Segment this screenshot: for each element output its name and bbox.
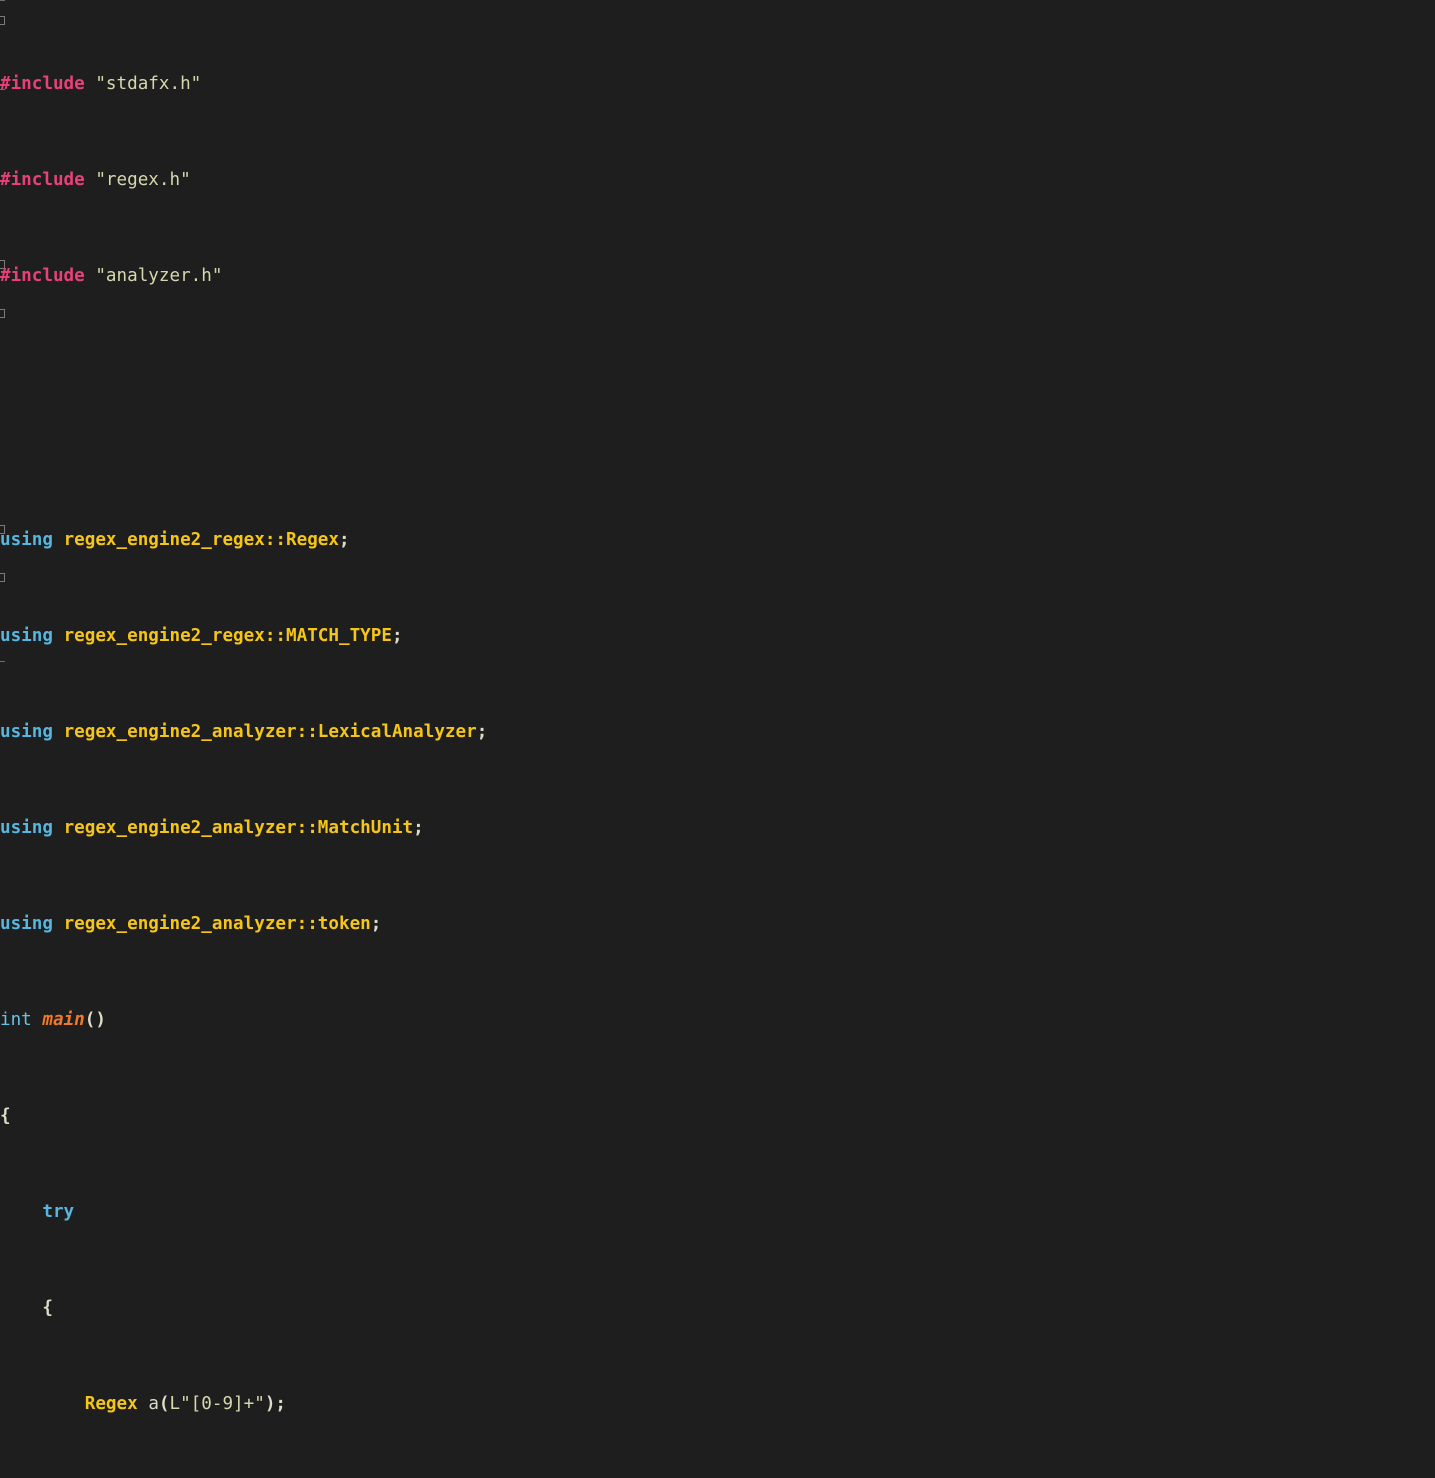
keyword-using: using — [0, 818, 53, 838]
namespace-regex-engine2-regex: regex_engine2_regex — [63, 626, 265, 646]
source-code-text[interactable]: #include "stdafx.h" #include "regex.h" #… — [0, 0, 1435, 1414]
code-line[interactable]: int main() — [0, 1008, 1435, 1032]
code-line[interactable]: { — [0, 1296, 1435, 1320]
keyword-using: using — [0, 626, 53, 646]
function-main: main — [42, 1010, 85, 1030]
variable-a: a — [148, 1394, 159, 1414]
namespace-regex-engine2-analyzer: regex_engine2_analyzer — [63, 722, 297, 742]
semicolon: ; — [413, 818, 424, 838]
code-line[interactable]: try — [0, 1200, 1435, 1224]
preprocessor-include: #include — [0, 170, 85, 190]
type-MatchUnit: MatchUnit — [317, 818, 414, 838]
brace-open-main: { — [0, 1106, 11, 1126]
code-editor-surface[interactable]: #include "stdafx.h" #include "regex.h" #… — [0, 0, 1435, 1414]
type-LexicalAnalyzer: LexicalAnalyzer — [317, 722, 477, 742]
semicolon: ; — [391, 626, 403, 646]
header-path-regex: "regex.h" — [95, 170, 191, 190]
semicolon: ; — [476, 722, 488, 742]
scope-operator: :: — [296, 914, 318, 934]
code-line[interactable]: using regex_engine2_analyzer::token; — [0, 912, 1435, 936]
preprocessor-include: #include — [0, 74, 85, 94]
keyword-using: using — [0, 914, 53, 934]
semicolon: ; — [370, 914, 382, 934]
type-Regex: Regex — [84, 1394, 138, 1414]
keyword-using: using — [0, 722, 53, 742]
keyword-try: try — [42, 1202, 75, 1222]
scope-operator: :: — [296, 818, 318, 838]
code-line[interactable]: Regex a(L"[0-9]+"); — [0, 1392, 1435, 1416]
scope-operator: :: — [264, 530, 287, 550]
paren-pair: () — [84, 1010, 106, 1030]
preprocessor-include: #include — [0, 266, 85, 286]
code-line-blank[interactable] — [0, 360, 1435, 384]
namespace-regex-engine2-analyzer: regex_engine2_analyzer — [63, 914, 297, 934]
header-path-stdafx: "stdafx.h" — [95, 74, 202, 94]
type-Regex: Regex — [286, 530, 339, 550]
code-line[interactable]: using regex_engine2_analyzer::MatchUnit; — [0, 816, 1435, 840]
paren-close-semicolon: ); — [264, 1394, 287, 1414]
code-line[interactable]: #include "regex.h" — [0, 168, 1435, 192]
type-token: token — [317, 914, 371, 934]
keyword-int: int — [0, 1010, 32, 1030]
namespace-regex-engine2-analyzer: regex_engine2_analyzer — [63, 818, 297, 838]
keyword-using: using — [0, 530, 53, 550]
code-line[interactable]: using regex_engine2_regex::Regex; — [0, 528, 1435, 552]
type-MATCH-TYPE: MATCH_TYPE — [286, 626, 392, 646]
code-line[interactable]: using regex_engine2_regex::MATCH_TYPE; — [0, 624, 1435, 648]
header-path-analyzer: "analyzer.h" — [95, 266, 223, 286]
namespace-regex-engine2-regex: regex_engine2_regex — [63, 530, 265, 550]
code-line-blank[interactable] — [0, 432, 1435, 456]
code-line[interactable]: { — [0, 1104, 1435, 1128]
brace-open-try: { — [42, 1298, 53, 1318]
paren-open: ( — [158, 1394, 170, 1414]
regex-literal-digits: L"[0-9]+" — [169, 1394, 265, 1414]
code-line[interactable]: #include "stdafx.h" — [0, 72, 1435, 96]
scope-operator: :: — [264, 626, 287, 646]
code-line[interactable]: #include "analyzer.h" — [0, 264, 1435, 288]
code-line[interactable]: using regex_engine2_analyzer::LexicalAna… — [0, 720, 1435, 744]
scope-operator: :: — [296, 722, 318, 742]
semicolon: ; — [338, 530, 350, 550]
